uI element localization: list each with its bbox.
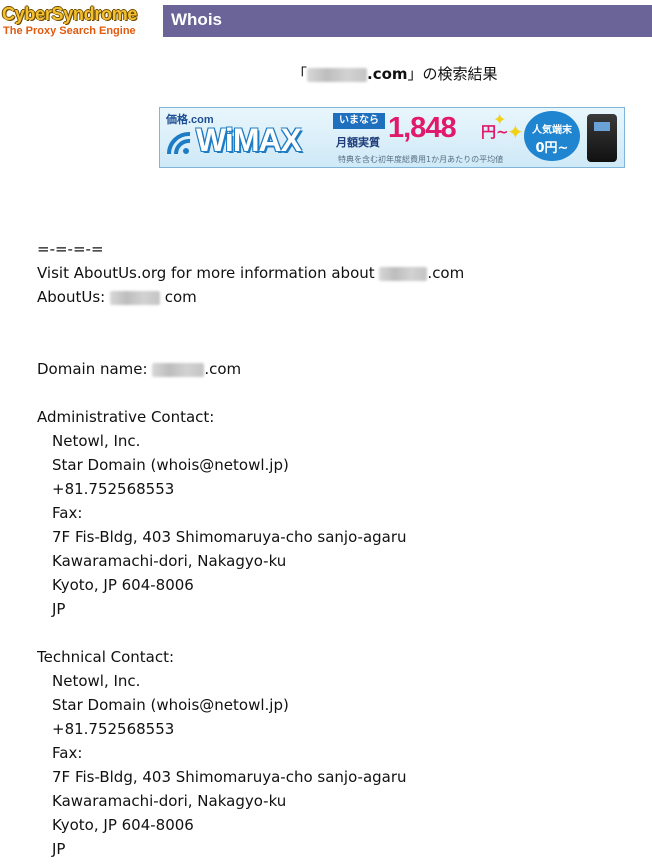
visit-domain-suffix: .com bbox=[427, 264, 465, 282]
admin-contact-line: 7F Fis-Bldg, 403 Shimomaruya-cho sanjo-a… bbox=[52, 528, 407, 546]
admin-contact-line: Kawaramachi-dori, Nakagyo-ku bbox=[52, 552, 287, 570]
router-device-icon bbox=[587, 114, 617, 162]
tech-contact-heading: Technical Contact: bbox=[37, 648, 175, 666]
admin-contact-line: +81.752568553 bbox=[52, 480, 175, 498]
domain-name-line: Domain name: .com bbox=[37, 357, 464, 381]
aboutus-domain-suffix: com bbox=[164, 288, 197, 306]
logo-title: CyberSyndrome bbox=[2, 4, 138, 24]
tech-contact-line: JP bbox=[52, 840, 66, 858]
popular-label: 人気端末 bbox=[532, 125, 572, 136]
tech-contact-line: +81.752568553 bbox=[52, 720, 175, 738]
admin-contact-line: Star Domain (whois@netowl.jp) bbox=[52, 456, 289, 474]
domain-name-label: Domain name: bbox=[37, 360, 153, 378]
open-quote: 「 bbox=[292, 65, 308, 83]
redacted-domain bbox=[152, 362, 205, 377]
tech-contact-line: Netowl, Inc. bbox=[52, 672, 141, 690]
wifi-icon bbox=[166, 132, 191, 155]
domain-name-suffix: .com bbox=[204, 360, 242, 378]
admin-contact-line: Netowl, Inc. bbox=[52, 432, 141, 450]
tech-contact-line: Kawaramachi-dori, Nakagyo-ku bbox=[52, 792, 287, 810]
aboutus-visit-line: Visit AboutUs.org for more information a… bbox=[37, 261, 464, 285]
tech-contact-line: 7F Fis-Bldg, 403 Shimomaruya-cho sanjo-a… bbox=[52, 768, 407, 786]
site-logo[interactable]: CyberSyndrome The Proxy Search Engine bbox=[0, 4, 160, 38]
whois-record: =-=-=-= Visit AboutUs.org for more infor… bbox=[37, 237, 464, 861]
redacted-domain bbox=[307, 67, 368, 82]
tech-contact-line: Star Domain (whois@netowl.jp) bbox=[52, 696, 289, 714]
admin-contact-heading: Administrative Contact: bbox=[37, 408, 215, 426]
logo-tagline: The Proxy Search Engine bbox=[3, 25, 136, 37]
page-title: Whois bbox=[171, 10, 222, 29]
page-title-bar: Whois bbox=[163, 5, 652, 37]
visit-text: Visit AboutUs.org for more information a… bbox=[37, 264, 380, 282]
price: 1,848 bbox=[388, 112, 457, 144]
sparkle-icon: ✦ bbox=[493, 110, 507, 129]
popular-device-badge: 人気端末 0円~ bbox=[524, 111, 580, 161]
now-label: いまなら bbox=[333, 113, 385, 129]
redacted-domain bbox=[379, 266, 428, 281]
aboutus-line: AboutUs: com bbox=[37, 285, 464, 309]
tech-contact-line: Kyoto, JP 604-8006 bbox=[52, 816, 194, 834]
domain-suffix: .com bbox=[367, 65, 408, 83]
wimax-brand: WiMAX bbox=[196, 122, 302, 158]
price-note: 特典を含む初年度総費用1か月あたりの平均値 bbox=[338, 155, 504, 164]
admin-contact-line: Kyoto, JP 604-8006 bbox=[52, 576, 194, 594]
result-label: 」の検索結果 bbox=[407, 65, 498, 83]
popular-price: 0円~ bbox=[535, 141, 569, 156]
admin-contact-line: Fax: bbox=[52, 504, 83, 522]
tech-contact-line: Fax: bbox=[52, 744, 83, 762]
separator: =-=-=-= bbox=[37, 240, 104, 258]
monthly-label: 月額実質 bbox=[336, 136, 380, 149]
search-result-heading: 「 .com」の検索結果 bbox=[292, 63, 498, 84]
wimax-ad-banner[interactable]: 価格.com WiMAX いまなら 月額実質 1,848 円~ ✦ ✦ 特典を含… bbox=[159, 107, 625, 168]
admin-contact-line: JP bbox=[52, 600, 66, 618]
redacted-domain bbox=[109, 290, 160, 305]
aboutus-label: AboutUs: bbox=[37, 288, 110, 306]
sparkle-icon: ✦ bbox=[507, 120, 524, 144]
